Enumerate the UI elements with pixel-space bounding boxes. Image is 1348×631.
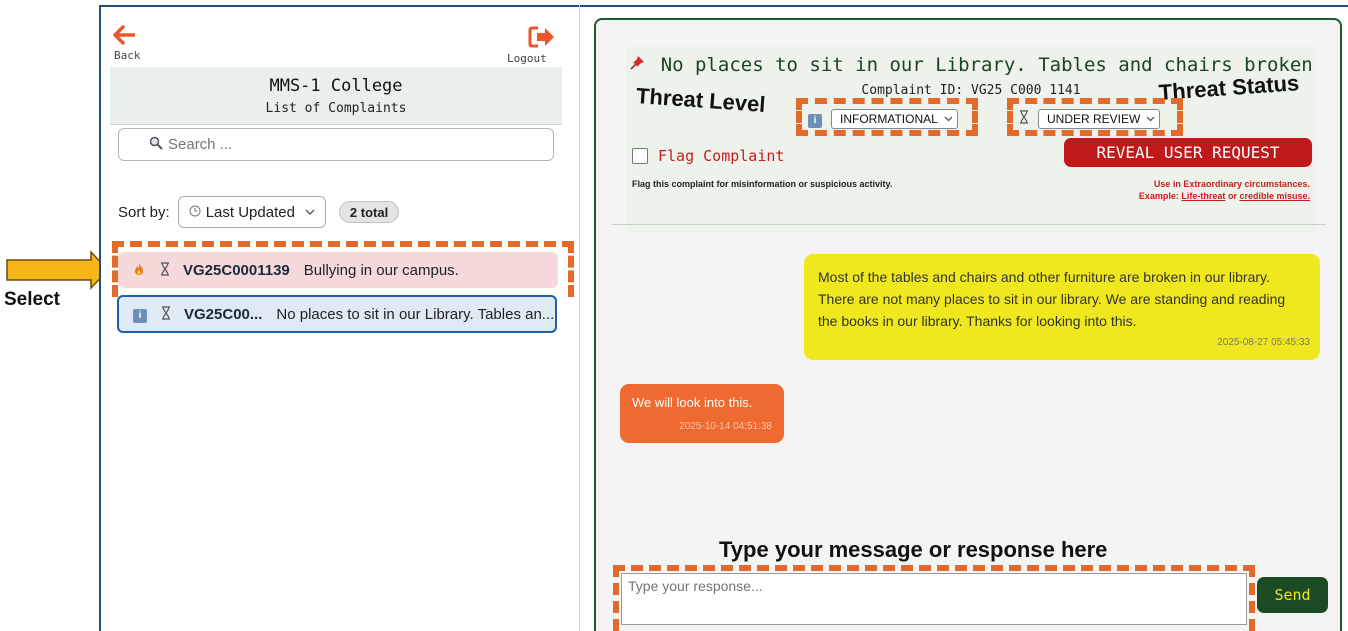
threat-status-value: UNDER REVIEW [1047, 112, 1141, 126]
back-label: Back [114, 49, 141, 62]
threat-level-value: INFORMATIONAL [840, 112, 938, 126]
threat-status-select[interactable]: UNDER REVIEW [1038, 109, 1161, 129]
select-annotation: Select [4, 289, 60, 310]
admin-message-bubble: We will look into this. 2025-10-14 04:51… [620, 384, 784, 443]
info-icon: i [132, 306, 148, 323]
life-threat-link[interactable]: Life-threat [1181, 191, 1225, 201]
complaint-detail-panel: No places to sit in our Library. Tables … [594, 18, 1342, 631]
total-count-badge: 2 total [338, 201, 400, 223]
chevron-down-icon [305, 206, 315, 218]
send-button[interactable]: Send [1257, 577, 1328, 613]
reveal-example: Example: Life-threat or credible misuse. [1139, 191, 1310, 201]
panel-divider [579, 5, 580, 631]
message-timestamp: 2025-08-27 05:45:33 [1217, 337, 1310, 348]
sort-select[interactable]: Last Updated [177, 196, 326, 228]
list-title: List of Complaints [265, 101, 407, 116]
flag-complaint-checkbox[interactable] [632, 148, 648, 164]
complaint-detail-title: No places to sit in our Library. Tables … [626, 54, 1316, 76]
flag-complaint-row[interactable]: Flag Complaint [632, 147, 784, 165]
reveal-note: Use in Extraordinary circumstances. [1153, 179, 1310, 189]
complaint-id: VG25C00... [184, 305, 263, 323]
sort-row: Sort by: Last Updated 2 total [118, 196, 400, 228]
sort-label: Sort by: [118, 203, 170, 221]
response-highlight-box [613, 565, 1255, 631]
complaint-title: No places to sit in our Library. Tables … [276, 305, 555, 323]
complaint-title-text: No places to sit in our Library. Tables … [660, 54, 1313, 76]
reveal-user-request-button[interactable]: REVEAL USER REQUEST [1064, 138, 1312, 167]
info-icon: i [808, 110, 822, 128]
logout-label: Logout [507, 52, 547, 65]
hourglass-icon [158, 305, 174, 323]
chevron-down-icon [1146, 114, 1155, 124]
arrow-left-icon [113, 25, 135, 45]
complaint-header: No places to sit in our Library. Tables … [626, 46, 1316, 232]
pin-icon [629, 54, 656, 76]
college-header: MMS-1 College List of Complaints [110, 67, 562, 125]
user-message-bubble: Most of the tables and chairs and other … [804, 254, 1320, 360]
search-box[interactable] [118, 128, 554, 161]
search-input[interactable] [168, 136, 528, 153]
response-textarea[interactable] [621, 573, 1247, 625]
credible-misuse-link[interactable]: credible misuse. [1239, 191, 1310, 201]
search-icon [149, 136, 163, 154]
threat-status-highlight-box: UNDER REVIEW [1007, 98, 1183, 136]
complaint-list-item[interactable]: i VG25C00... No places to sit in our Lib… [117, 295, 557, 333]
hourglass-icon [1019, 109, 1029, 129]
header-divider [612, 224, 1326, 225]
select-highlight-box [112, 241, 574, 297]
flag-complaint-label: Flag Complaint [658, 147, 785, 165]
reveal-example-mid: or [1225, 191, 1240, 201]
type-message-annotation: Type your message or response here [719, 537, 1108, 562]
chevron-down-icon [944, 114, 953, 124]
college-name: MMS-1 College [269, 76, 403, 96]
sort-selected-value: Last Updated [205, 203, 295, 221]
message-timestamp: 2025-10-14 04:51:38 [679, 421, 772, 432]
flag-description: Flag this complaint for misinformation o… [632, 179, 893, 189]
message-text: Most of the tables and chairs and other … [818, 269, 1286, 329]
logout-button[interactable]: Logout [507, 25, 563, 67]
reveal-example-prefix: Example: [1138, 191, 1182, 201]
logout-icon [528, 26, 554, 48]
message-text: We will look into this. [632, 395, 753, 410]
threat-level-highlight-box: i INFORMATIONAL [796, 98, 978, 136]
threat-level-select[interactable]: INFORMATIONAL [831, 109, 958, 129]
back-button[interactable]: Back [113, 25, 163, 65]
clock-icon [189, 205, 201, 220]
